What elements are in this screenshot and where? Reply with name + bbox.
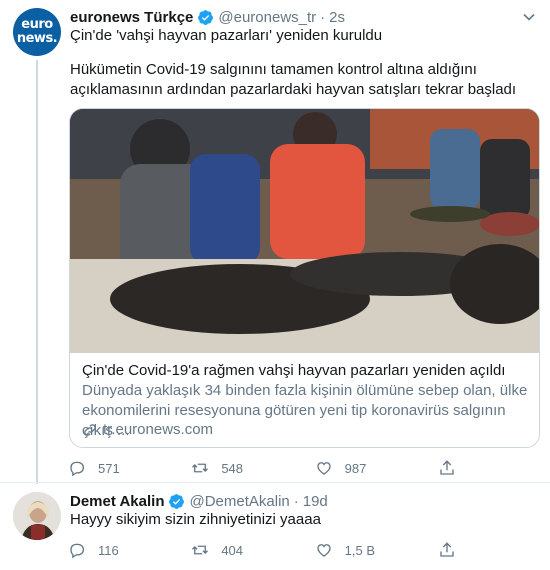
avatar-demet-akalin[interactable]: [13, 492, 61, 540]
avatar-logo-text-2: news.: [16, 31, 58, 46]
tweet-euronews[interactable]: euro news. euronews Türkçe @euronews_tr …: [0, 0, 550, 484]
tweet-text-body: Hükümetin Covid-19 salgınını tamamen kon…: [70, 61, 517, 98]
tweet-text: Hayyy sikiyim sizin zihniyetinizi yaaaa: [70, 511, 321, 528]
verified-icon: [169, 493, 185, 509]
thread-line: [36, 60, 38, 484]
author-name[interactable]: Demet Akalin: [70, 493, 164, 510]
link-icon: [84, 423, 96, 436]
reply-count: 116: [98, 542, 119, 558]
reply-icon: [70, 543, 85, 559]
card-title: Çin'de Covid-19'a rağmen vahşi hayvan pa…: [82, 362, 506, 379]
caret-down-icon[interactable]: [522, 10, 536, 24]
avatar-euronews[interactable]: euro news.: [13, 8, 61, 56]
avatar-logo-text-1: euro: [21, 17, 53, 32]
card-domain: tr.euronews.com: [82, 421, 213, 438]
card-domain-text: tr.euronews.com: [103, 421, 214, 438]
retweet-button[interactable]: 548: [191, 458, 314, 478]
like-button[interactable]: 1,5 B: [315, 540, 438, 560]
share-icon: [440, 542, 454, 557]
retweet-icon: [192, 463, 209, 473]
share-button[interactable]: [438, 458, 468, 478]
tweet-demet-akalin[interactable]: Demet Akalin @DemetAkalin · 19d Hayyy si…: [0, 484, 550, 570]
reply-button[interactable]: 571: [68, 458, 191, 478]
separator-dot: ·: [293, 492, 299, 510]
retweet-count: 404: [221, 542, 244, 558]
tweet-actions: 571 548 987: [68, 458, 468, 478]
tweet-actions: 116 404 1,5 B: [68, 540, 468, 560]
like-icon: [316, 544, 331, 557]
reply-icon: [70, 461, 85, 477]
share-button[interactable]: [438, 540, 468, 560]
tweet-header: Demet Akalin @DemetAkalin · 19d: [70, 492, 328, 510]
tweet-divider: [0, 482, 550, 483]
like-count: 987: [344, 460, 367, 476]
tweet-header: euronews Türkçe @euronews_tr · 2s: [70, 8, 345, 26]
verified-icon: [198, 9, 214, 25]
link-preview-card[interactable]: Çin'de Covid-19'a rağmen vahşi hayvan pa…: [69, 108, 540, 448]
card-image: [70, 109, 539, 353]
share-icon: [440, 460, 454, 475]
separator-dot: ·: [320, 8, 326, 26]
tweet-text-headline: Çin'de 'vahşi hayvan pazarları' yeniden …: [70, 27, 383, 44]
tweet-timestamp[interactable]: 19d: [303, 493, 328, 510]
tweet-timestamp[interactable]: 2s: [329, 9, 345, 26]
like-button[interactable]: 987: [315, 458, 438, 478]
retweet-count: 548: [221, 460, 244, 476]
author-name[interactable]: euronews Türkçe: [70, 9, 193, 26]
reply-count: 571: [98, 460, 120, 476]
retweet-icon: [192, 545, 209, 555]
author-handle[interactable]: @DemetAkalin: [189, 493, 289, 510]
reply-button[interactable]: 116: [68, 540, 191, 560]
author-handle[interactable]: @euronews_tr: [218, 9, 316, 26]
like-icon: [316, 462, 331, 475]
like-count: 1,5 B: [344, 542, 376, 558]
retweet-button[interactable]: 404: [191, 540, 314, 560]
